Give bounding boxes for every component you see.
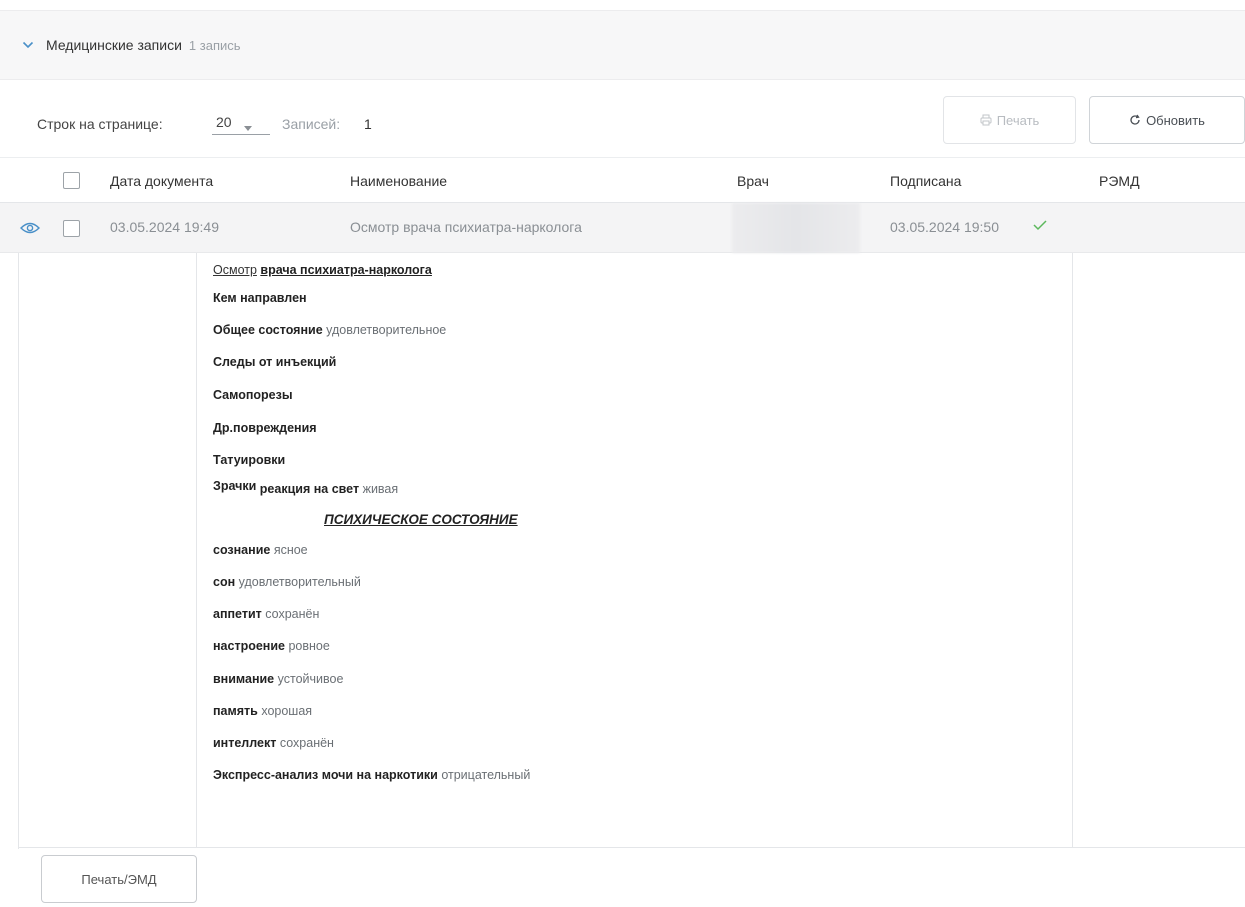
document-title-plain: Осмотр	[213, 263, 257, 277]
field-referred-by: Кем направлен	[213, 291, 307, 305]
field-intellect: интеллект сохранён	[213, 736, 334, 750]
eye-icon[interactable]	[20, 221, 40, 235]
field-tattoos: Татуировки	[213, 453, 286, 467]
column-header-date[interactable]: Дата документа	[110, 173, 213, 189]
section-title: Медицинские записи	[46, 37, 182, 53]
print-emd-button[interactable]: Печать/ЭМД	[41, 855, 197, 903]
chevron-down-icon[interactable]	[22, 39, 34, 51]
table-row[interactable]: 03.05.2024 19:49 Осмотр врача психиатра-…	[0, 203, 1245, 253]
check-icon	[1033, 218, 1047, 234]
row-date: 03.05.2024 19:49	[110, 219, 219, 235]
field-pupils: Зрачки реакция на свет живая	[213, 479, 399, 496]
field-attention: внимание устойчивое	[213, 672, 344, 686]
field-memory: память хорошая	[213, 704, 313, 718]
row-name: Осмотр врача психиатра-нарколога	[350, 219, 582, 235]
row-signed: 03.05.2024 19:50	[890, 219, 999, 235]
field-sleep: сон удовлетворительный	[213, 575, 361, 589]
refresh-icon	[1129, 114, 1141, 126]
records-count: 1	[364, 116, 372, 132]
column-header-remd[interactable]: РЭМД	[1099, 173, 1140, 189]
select-all-checkbox[interactable]	[63, 172, 80, 189]
column-header-doctor[interactable]: Врач	[737, 173, 769, 189]
table-toolbar: Строк на странице: 20 Записей: 1 Печать …	[0, 92, 1245, 156]
field-urine-drug-test: Экспресс-анализ мочи на наркотики отрица…	[213, 768, 531, 782]
rows-per-page-label: Строк на странице:	[37, 116, 163, 132]
detail-divider	[18, 847, 1245, 848]
field-self-cuts: Самопорезы	[213, 388, 293, 402]
field-other-injuries: Др.повреждения	[213, 421, 317, 435]
field-injection-marks: Следы от инъекций	[213, 355, 337, 369]
dropdown-caret-icon	[243, 119, 252, 131]
print-button-label: Печать	[996, 112, 1040, 128]
table-header: Дата документа Наименование Врач Подписа…	[0, 157, 1245, 203]
section-header[interactable]: Медицинские записи 1 запись	[0, 10, 1245, 80]
field-mood: настроение ровное	[213, 639, 330, 653]
field-general-condition: Общее состояние удовлетворительное	[213, 323, 447, 337]
records-label: Записей:	[282, 116, 341, 132]
rows-per-page-select[interactable]: 20	[212, 109, 270, 135]
field-appetite: аппетит сохранён	[213, 607, 320, 621]
rows-per-page-value: 20	[216, 113, 232, 130]
refresh-button[interactable]: Обновить	[1089, 96, 1245, 144]
column-header-signed[interactable]: Подписана	[890, 173, 961, 189]
column-header-name[interactable]: Наименование	[350, 173, 447, 189]
record-detail	[18, 253, 1245, 849]
document-title: Осмотр врача психиатра-нарколога	[213, 263, 432, 277]
document-title-bold: врача психиатра-нарколога	[260, 263, 432, 277]
print-button[interactable]: Печать	[943, 96, 1076, 144]
section-record-count: 1 запись	[188, 37, 241, 53]
record-detail-document-frame	[196, 253, 1073, 847]
medical-records-panel: Медицинские записи 1 запись Строк на стр…	[0, 0, 1245, 907]
refresh-button-label: Обновить	[1146, 112, 1205, 128]
row-checkbox[interactable]	[63, 220, 80, 237]
row-doctor-redacted	[732, 203, 860, 253]
field-consciousness: сознание ясное	[213, 543, 308, 557]
psych-state-heading: ПСИХИЧЕСКОЕ СОСТОЯНИЕ	[324, 512, 518, 527]
printer-icon	[980, 114, 992, 126]
